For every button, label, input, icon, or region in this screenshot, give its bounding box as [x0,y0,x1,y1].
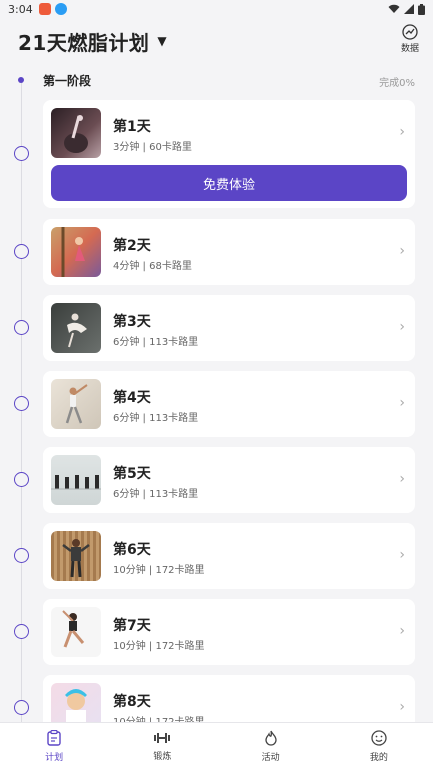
chevron-right-icon: › [399,471,405,487]
day-meta: 10分钟 | 172卡路里 [113,641,205,652]
day-thumbnail [51,303,101,353]
bottom-tab-bar: 计划 锻炼 活动 我的 [0,722,433,770]
notification-app-icon-2 [54,3,67,15]
data-button-label: 数据 [400,44,419,54]
day-meta: 4分钟 | 68卡路里 [113,261,192,272]
wifi-icon [388,4,400,13]
timeline-node [14,244,29,259]
header: 21天燃脂计划 ▼ 数据 [0,18,433,64]
timeline-node [14,396,29,411]
day-card[interactable]: 第3天 6分钟 | 113卡路里 › [43,295,415,361]
day-label: 第7天 [113,618,151,634]
status-time: 3:04 [8,2,33,16]
day-label: 第6天 [113,542,151,558]
day-thumbnail [51,531,101,581]
timeline-node [14,548,29,563]
day-card[interactable]: 第4天 6分钟 | 113卡路里 › [43,371,415,437]
dumbbell-icon [154,733,171,743]
day-label: 第5天 [113,466,151,482]
signal-icon [404,4,414,14]
data-button[interactable]: 数据 [401,24,419,54]
day-label: 第1天 [113,119,151,135]
timeline-node [14,624,29,639]
day-card[interactable]: 第1天 3分钟 | 60卡路里 › 免费体验 [43,100,415,208]
smiley-icon [371,730,387,746]
day-thumbnail [51,455,101,505]
timeline-node [14,472,29,487]
day-meta: 6分钟 | 113卡路里 [113,413,199,424]
day-card[interactable]: 第5天 6分钟 | 113卡路里 › [43,447,415,513]
day-meta: 3分钟 | 60卡路里 [113,142,192,153]
day-meta: 10分钟 | 172卡路里 [113,565,205,576]
tab-profile[interactable]: 我的 [325,723,433,770]
tab-label: 活动 [261,753,280,763]
tab-activity[interactable]: 活动 [217,723,325,770]
day-card[interactable]: 第6天 10分钟 | 172卡路里 › [43,523,415,589]
tab-label: 我的 [369,753,388,763]
free-trial-button[interactable]: 免费体验 [51,165,407,201]
chevron-right-icon: › [399,319,405,335]
timeline-node [14,700,29,715]
status-bar: 3:04 [0,0,433,18]
chevron-right-icon: › [399,243,405,259]
timeline-node [14,320,29,335]
tab-workout[interactable]: 锻炼 [108,723,216,770]
day-card[interactable]: 第2天 4分钟 | 68卡路里 › [43,219,415,285]
tab-label: 计划 [45,753,64,763]
day-label: 第2天 [113,238,151,254]
day-thumbnail [51,379,101,429]
chevron-right-icon: › [399,124,405,140]
stats-chart-icon [402,24,418,40]
day-thumbnail [51,607,101,657]
day-label: 第4天 [113,390,151,406]
flame-icon [264,730,277,746]
notification-app-icon [38,3,51,15]
clipboard-icon [47,730,61,746]
day-meta: 6分钟 | 113卡路里 [113,489,199,500]
chevron-right-icon: › [399,395,405,411]
phase-dot [18,77,24,83]
day-card[interactable]: 第7天 10分钟 | 172卡路里 › [43,599,415,665]
day-label: 第8天 [113,694,151,710]
phase-title: 第一阶段 [43,74,92,88]
day-thumbnail [51,108,101,158]
chevron-right-icon: › [399,547,405,563]
chevron-right-icon: › [399,699,405,715]
battery-icon [418,3,425,15]
day-thumbnail [51,227,101,277]
phase-progress: 完成0% [379,78,415,89]
day-label: 第3天 [113,314,151,330]
timeline-node [14,146,29,161]
plan-dropdown-caret-icon[interactable]: ▼ [157,34,166,48]
day-meta: 6分钟 | 113卡路里 [113,337,199,348]
tab-plan[interactable]: 计划 [0,723,108,770]
tab-label: 锻炼 [153,752,172,762]
plan-title[interactable]: 21天燃脂计划 [18,27,149,56]
chevron-right-icon: › [399,623,405,639]
